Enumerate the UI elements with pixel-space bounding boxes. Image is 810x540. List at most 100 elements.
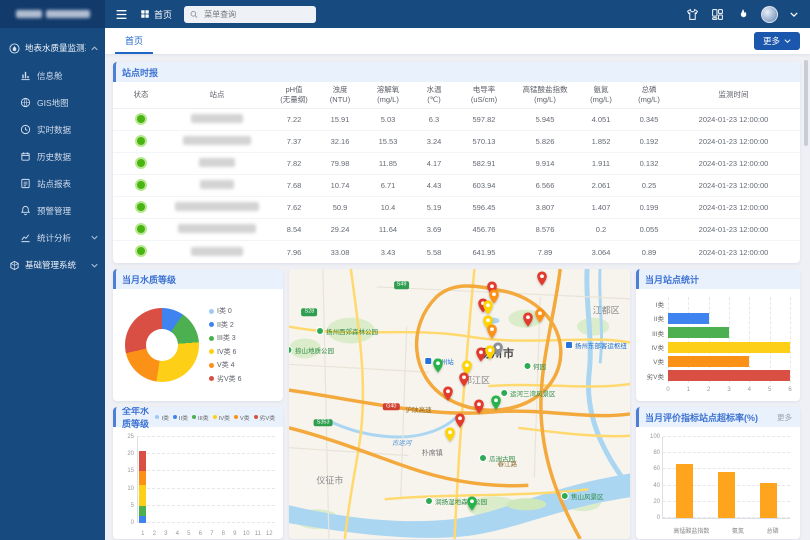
- x-tick-label: 氨氮: [732, 526, 744, 535]
- station-map-pin[interactable]: [523, 312, 534, 332]
- station-cell: [163, 136, 271, 147]
- station-map-pin[interactable]: [537, 271, 548, 291]
- station-name-redacted: [191, 247, 243, 256]
- stack-segment: [139, 506, 146, 516]
- value-cell: 3.807: [513, 203, 577, 212]
- station-map-pin[interactable]: [454, 413, 465, 433]
- status-ok-dot: [137, 181, 145, 189]
- sidebar-item-0-2[interactable]: 实时数据: [0, 116, 105, 143]
- y-tick-label: 0: [131, 520, 134, 526]
- legend-swatch: [209, 363, 214, 368]
- exceed-rate-more-link[interactable]: 更多: [777, 412, 792, 423]
- legend-swatch: [155, 415, 159, 419]
- value-cell: 0.192: [625, 137, 673, 146]
- topbar-home-nav[interactable]: 首页: [140, 8, 172, 21]
- value-cell: 2024-01-23 12:00:00: [673, 225, 794, 234]
- sidebar-item-label: 站点报表: [37, 178, 71, 190]
- station-map-pin[interactable]: [491, 395, 502, 415]
- table-header-row: 状态站点pH值(无量纲)浊度(NTU)溶解氧(mg/L)水温(℃)电导率(uS/…: [113, 82, 800, 109]
- table-row[interactable]: 7.6810.746.714.43603.946.5662.0610.25202…: [113, 175, 800, 197]
- station-map[interactable]: 扬州市江都区邗江区仪征市扬州西郊森林公园捺山地质公园何园运河三湾风景区瓜洲古园润…: [289, 269, 630, 539]
- station-map-pin[interactable]: [444, 427, 455, 447]
- dashboard-grid: 当月水质等级 I类 0II类 2III类 3IV类 6V类 4劣V类 6 全年水…: [113, 269, 800, 539]
- flame-icon[interactable]: [736, 8, 749, 21]
- station-map-pin[interactable]: [535, 308, 546, 328]
- annual-stacked-chart[interactable]: 0510152025: [137, 437, 275, 523]
- month-column: [172, 437, 184, 523]
- value-cell: 33.08: [317, 248, 363, 257]
- station-report-title: 站点时报: [122, 66, 158, 79]
- gridline: [790, 297, 791, 383]
- station-count-bar-chart[interactable]: [668, 297, 790, 383]
- sidebar-item-0-4[interactable]: 站点报表: [0, 170, 105, 197]
- water-grade-donut-chart[interactable]: [125, 308, 199, 382]
- chevron-down-icon: [91, 263, 98, 268]
- vbar-bars: [663, 437, 790, 518]
- station-map-pin[interactable]: [458, 372, 469, 392]
- legend-swatch: [209, 349, 214, 354]
- annual-x-labels: 123456789101112: [137, 531, 275, 537]
- x-tick-label: 4: [172, 531, 184, 537]
- value-cell: 2.061: [577, 181, 625, 190]
- table-row[interactable]: 7.3732.1615.533.24570.135.8261.8520.1922…: [113, 131, 800, 153]
- station-map-pin[interactable]: [474, 399, 485, 419]
- hbar-category-label: I类: [638, 299, 664, 309]
- legend-swatch: [209, 376, 214, 381]
- value-cell: 641.95: [455, 248, 513, 257]
- hbar-category-label: V类: [638, 356, 664, 366]
- value-cell: 603.94: [455, 181, 513, 190]
- theme-skin-icon[interactable]: [686, 8, 699, 21]
- status-cell: [119, 181, 163, 191]
- menu-search-box[interactable]: [184, 6, 316, 23]
- status-ok-dot: [137, 247, 145, 255]
- column-header: 氨氮(mg/L): [577, 85, 625, 105]
- table-row[interactable]: 7.9633.083.435.58641.957.893.0640.892024…: [113, 241, 800, 263]
- sidebar-item-0-3[interactable]: 历史数据: [0, 143, 105, 170]
- hamburger-menu-icon[interactable]: [115, 8, 128, 21]
- value-cell: 2024-01-23 12:00:00: [673, 137, 794, 146]
- value-cell: 7.82: [271, 159, 317, 168]
- sidebar-item-0-1[interactable]: GIS地图: [0, 89, 105, 116]
- value-cell: 0.345: [625, 115, 673, 124]
- legend-item: II类 2: [209, 320, 242, 330]
- value-cell: 0.132: [625, 159, 673, 168]
- value-cell: 6.3: [413, 115, 455, 124]
- y-tick-label: 10: [127, 486, 134, 492]
- value-cell: 5.03: [363, 115, 413, 124]
- donut-legend: I类 0II类 2III类 3IV类 6V类 4劣V类 6: [209, 306, 242, 384]
- monthly-grade-card: 当月水质等级 I类 0II类 2III类 3IV类 6V类 4劣V类 6: [113, 269, 283, 401]
- stack-segment: [139, 451, 146, 472]
- x-tick-label: 3: [160, 531, 172, 537]
- column-header: 溶解氧(mg/L): [363, 85, 413, 105]
- table-row[interactable]: 7.8279.9811.854.17582.919.9141.9110.1322…: [113, 153, 800, 175]
- legend-item: I类 0: [209, 306, 242, 316]
- sidebar-item-0-0[interactable]: 信息舱: [0, 62, 105, 89]
- exceed-rate-bar-chart[interactable]: 020406080100: [662, 437, 790, 519]
- hbar-x-labels: 0123456: [668, 387, 790, 397]
- value-cell: 9.914: [513, 159, 577, 168]
- chevron-down-icon[interactable]: [790, 12, 798, 17]
- avatar[interactable]: [761, 6, 778, 23]
- search-input[interactable]: [202, 9, 310, 20]
- station-map-pin[interactable]: [432, 358, 443, 378]
- station-map-pin[interactable]: [484, 345, 495, 365]
- content-scrollbar-thumb[interactable]: [804, 60, 808, 146]
- table-row[interactable]: 7.2215.915.036.3597.825.9454.0510.345202…: [113, 109, 800, 131]
- sidebar-item-0-6[interactable]: 统计分析: [0, 224, 105, 251]
- layout-dashboard-icon[interactable]: [711, 8, 724, 21]
- more-button[interactable]: 更多: [754, 32, 800, 50]
- value-cell: 50.9: [317, 203, 363, 212]
- sidebar-group-1[interactable]: 基础管理系统: [0, 251, 105, 279]
- chevron-up-icon: [91, 46, 98, 51]
- value-cell: 456.76: [455, 225, 513, 234]
- sidebar-item-0-5[interactable]: 预警管理: [0, 197, 105, 224]
- status-cell: [119, 137, 163, 147]
- table-row[interactable]: 7.6250.910.45.19596.453.8071.4070.199202…: [113, 197, 800, 219]
- tab-home[interactable]: 首页: [115, 28, 153, 54]
- station-map-pin[interactable]: [442, 386, 453, 406]
- value-cell: 5.945: [513, 115, 577, 124]
- station-map-pin[interactable]: [467, 496, 478, 516]
- station-map-pin[interactable]: [486, 324, 497, 344]
- table-row[interactable]: 8.5429.2411.643.69456.768.5760.20.055202…: [113, 219, 800, 241]
- sidebar-group-0[interactable]: 地表水质量监测系统: [0, 34, 105, 62]
